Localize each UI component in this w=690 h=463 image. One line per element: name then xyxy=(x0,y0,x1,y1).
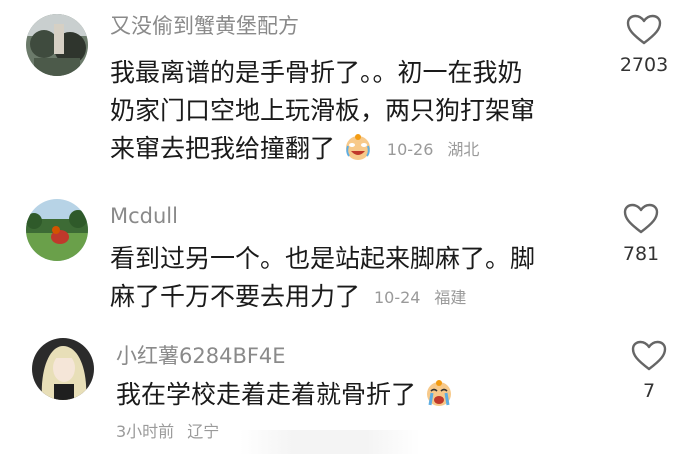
avatar[interactable] xyxy=(32,338,94,400)
comment-line: 看到过另一个。也是站起来脚麻了。脚 xyxy=(110,244,536,273)
heart-outline-icon xyxy=(631,340,667,371)
username[interactable]: 小红薯6284BF4E xyxy=(116,340,286,370)
comment-text: 看到过另一个。也是站起来脚麻了。脚 麻了千万不要去用力了 10-24 福建 xyxy=(110,240,580,317)
comment-date: 3小时前 xyxy=(116,422,175,441)
username[interactable]: 又没偷到蟹黄堡配方 xyxy=(110,10,299,40)
like-button[interactable]: 2703 xyxy=(604,14,684,76)
username[interactable]: Mcdull xyxy=(110,204,178,228)
comment-text: 我在学校走着走着就骨折了 xyxy=(116,376,586,414)
crying-laughing-face-icon xyxy=(343,132,373,162)
comment-line: 麻了千万不要去用力了 xyxy=(110,282,361,311)
comment-location: 辽宁 xyxy=(187,422,220,441)
comment-meta: 3小时前 辽宁 xyxy=(116,418,219,442)
crying-face-icon xyxy=(424,378,454,408)
watermark-fade xyxy=(240,430,420,454)
comment-date: 10-24 xyxy=(373,288,421,307)
like-count: 7 xyxy=(642,380,656,402)
avatar[interactable] xyxy=(26,199,88,261)
comment-location: 福建 xyxy=(434,288,467,307)
like-count: 2703 xyxy=(619,54,669,76)
comment-date: 10-26 xyxy=(386,140,434,159)
comment-text: 我最离谱的是手骨折了。。初一在我奶 奶家门口空地上玩滑板，两只狗打架窜 来窜去把… xyxy=(110,54,580,169)
heart-outline-icon xyxy=(626,14,662,45)
like-count: 781 xyxy=(622,243,660,265)
like-button[interactable]: 7 xyxy=(609,340,689,402)
comment-line: 我在学校走着走着就骨折了 xyxy=(116,380,417,409)
comment-line: 我最离谱的是手骨折了。。初一在我奶 xyxy=(110,58,523,87)
like-button[interactable]: 781 xyxy=(601,203,681,265)
avatar[interactable] xyxy=(26,14,88,76)
heart-outline-icon xyxy=(623,203,659,234)
comment-line: 奶家门口空地上玩滑板，两只狗打架窜 xyxy=(110,96,536,125)
comment-location: 湖北 xyxy=(447,140,480,159)
comment-line: 来窜去把我给撞翻了 xyxy=(110,134,336,163)
